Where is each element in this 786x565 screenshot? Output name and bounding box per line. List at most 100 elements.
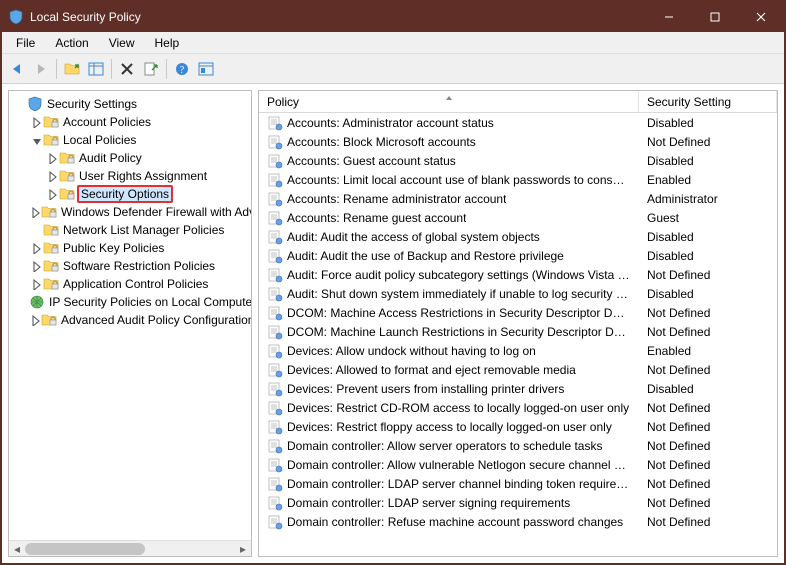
tree-view[interactable]: Security SettingsAccount PoliciesLocal P… (9, 91, 251, 540)
tree-item-label: User Rights Assignment (77, 169, 209, 183)
export-button[interactable] (140, 58, 162, 80)
policy-name: Accounts: Administrator account status (287, 116, 494, 130)
help-button[interactable]: ? (171, 58, 193, 80)
policy-cell: Devices: Prevent users from installing p… (259, 381, 639, 397)
policy-item-icon (267, 381, 283, 397)
policy-cell: Audit: Force audit policy subcategory se… (259, 267, 639, 283)
tree-item[interactable]: Software Restriction Policies (11, 257, 251, 275)
list-row[interactable]: Devices: Allowed to format and eject rem… (259, 360, 777, 379)
chevron-down-icon[interactable] (29, 134, 43, 146)
tree-item[interactable]: Network List Manager Policies (11, 221, 251, 239)
tree-item[interactable]: Security Settings (11, 95, 251, 113)
list-row[interactable]: Domain controller: LDAP server signing r… (259, 493, 777, 512)
list-row[interactable]: DCOM: Machine Launch Restrictions in Sec… (259, 322, 777, 341)
folder-lock-icon (43, 240, 59, 256)
tree-item[interactable]: Local Policies (11, 131, 251, 149)
setting-cell: Administrator (639, 192, 777, 206)
tree-item[interactable]: IP Security Policies on Local Computer (11, 293, 251, 311)
chevron-right-icon[interactable] (29, 242, 43, 254)
list-row[interactable]: Domain controller: Allow vulnerable Netl… (259, 455, 777, 474)
back-button[interactable] (6, 58, 28, 80)
list-row[interactable]: Accounts: Rename guest accountGuest (259, 208, 777, 227)
setting-cell: Not Defined (639, 515, 777, 529)
chevron-right-icon[interactable] (29, 116, 43, 128)
setting-cell: Enabled (639, 173, 777, 187)
policy-item-icon (267, 172, 283, 188)
close-button[interactable] (738, 2, 784, 32)
list-row[interactable]: Devices: Allow undock without having to … (259, 341, 777, 360)
forward-button[interactable] (30, 58, 52, 80)
tree-item[interactable]: Security Options (11, 185, 251, 203)
tree-item-label: Security Options (77, 185, 173, 203)
tree-item[interactable]: Advanced Audit Policy Configuration (11, 311, 251, 329)
column-header-policy[interactable]: Policy (259, 91, 639, 112)
tree-hscrollbar[interactable]: ◂ ▸ (9, 540, 251, 556)
tree-item[interactable]: Application Control Policies (11, 275, 251, 293)
maximize-button[interactable] (692, 2, 738, 32)
list-row[interactable]: Domain controller: LDAP server channel b… (259, 474, 777, 493)
app-window: Local Security Policy File Action View H… (0, 0, 786, 565)
policy-cell: Accounts: Administrator account status (259, 115, 639, 131)
policy-name: Devices: Allowed to format and eject rem… (287, 363, 576, 377)
menu-action[interactable]: Action (45, 34, 98, 52)
chevron-right-icon[interactable] (29, 206, 41, 218)
list-row[interactable]: Accounts: Block Microsoft accountsNot De… (259, 132, 777, 151)
setting-cell: Not Defined (639, 268, 777, 282)
column-header-setting[interactable]: Security Setting (639, 91, 777, 112)
list-row[interactable]: Devices: Restrict CD-ROM access to local… (259, 398, 777, 417)
minimize-button[interactable] (646, 2, 692, 32)
show-hide-tree-button[interactable] (85, 58, 107, 80)
menu-help[interactable]: Help (145, 34, 190, 52)
policy-cell: Accounts: Block Microsoft accounts (259, 134, 639, 150)
tree-item[interactable]: Account Policies (11, 113, 251, 131)
setting-cell: Enabled (639, 344, 777, 358)
properties-button[interactable] (195, 58, 217, 80)
policy-name: Domain controller: LDAP server signing r… (287, 496, 570, 510)
list-row[interactable]: Accounts: Limit local account use of bla… (259, 170, 777, 189)
list-row[interactable]: Accounts: Rename administrator accountAd… (259, 189, 777, 208)
list-row[interactable]: Audit: Force audit policy subcategory se… (259, 265, 777, 284)
scroll-right-icon[interactable]: ▸ (235, 541, 251, 557)
scroll-thumb[interactable] (25, 543, 145, 555)
folder-lock-icon (43, 114, 59, 130)
chevron-right-icon[interactable] (45, 170, 59, 182)
policy-item-icon (267, 153, 283, 169)
up-button[interactable] (61, 58, 83, 80)
list-row[interactable]: Audit: Audit the use of Backup and Resto… (259, 246, 777, 265)
ipsec-icon (29, 294, 45, 310)
list-row[interactable]: DCOM: Machine Access Restrictions in Sec… (259, 303, 777, 322)
tree-item[interactable]: Public Key Policies (11, 239, 251, 257)
policy-cell: Domain controller: LDAP server signing r… (259, 495, 639, 511)
toolbar-separator (166, 59, 167, 79)
list-row[interactable]: Domain controller: Refuse machine accoun… (259, 512, 777, 531)
chevron-right-icon[interactable] (29, 260, 43, 272)
delete-button[interactable] (116, 58, 138, 80)
chevron-right-icon[interactable] (29, 278, 43, 290)
tree-item[interactable]: Windows Defender Firewall with Advanced … (11, 203, 251, 221)
menu-view[interactable]: View (99, 34, 145, 52)
list-row[interactable]: Devices: Restrict floppy access to local… (259, 417, 777, 436)
policy-item-icon (267, 362, 283, 378)
list-row[interactable]: Domain controller: Allow server operator… (259, 436, 777, 455)
chevron-right-icon[interactable] (45, 152, 59, 164)
policy-item-icon (267, 495, 283, 511)
list-row[interactable]: Devices: Prevent users from installing p… (259, 379, 777, 398)
tree-item-label: IP Security Policies on Local Computer (47, 295, 251, 309)
menubar: File Action View Help (2, 32, 784, 54)
list-row[interactable]: Accounts: Administrator account statusDi… (259, 113, 777, 132)
policy-item-icon (267, 248, 283, 264)
menu-file[interactable]: File (6, 34, 45, 52)
chevron-right-icon[interactable] (29, 314, 41, 326)
chevron-right-icon[interactable] (45, 188, 59, 200)
policy-cell: Domain controller: Allow vulnerable Netl… (259, 457, 639, 473)
list-row[interactable]: Audit: Audit the access of global system… (259, 227, 777, 246)
list-row[interactable]: Audit: Shut down system immediately if u… (259, 284, 777, 303)
tree-item[interactable]: Audit Policy (11, 149, 251, 167)
list-body[interactable]: Accounts: Administrator account statusDi… (259, 113, 777, 556)
scroll-left-icon[interactable]: ◂ (9, 541, 25, 557)
policy-item-icon (267, 210, 283, 226)
tree-item-label: Network List Manager Policies (61, 223, 226, 237)
tree-item[interactable]: User Rights Assignment (11, 167, 251, 185)
list-row[interactable]: Accounts: Guest account statusDisabled (259, 151, 777, 170)
policy-name: Audit: Audit the access of global system… (287, 230, 540, 244)
